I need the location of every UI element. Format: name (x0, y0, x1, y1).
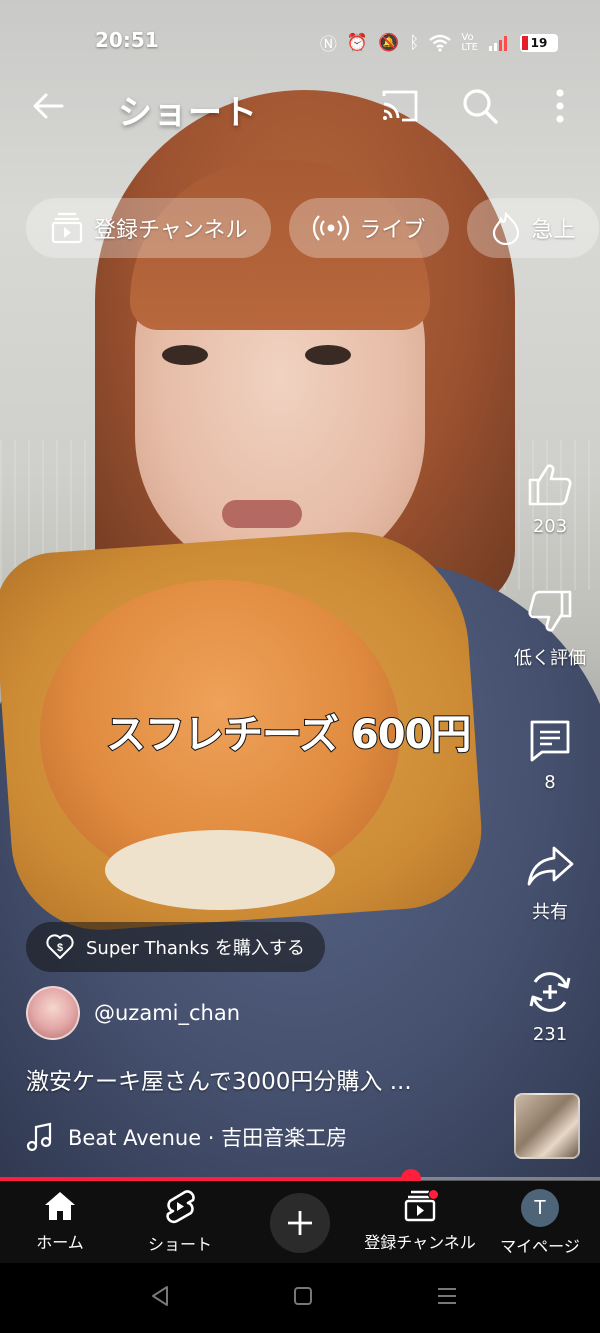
chip-trending[interactable]: 急上 (467, 198, 600, 258)
super-thanks-button[interactable]: $ Super Thanks を購入する (26, 922, 325, 972)
share-button[interactable]: 共有 (500, 842, 600, 924)
like-button[interactable]: 203 (500, 460, 600, 537)
super-thanks-label: Super Thanks を購入する (86, 938, 305, 959)
thumbs-up-icon (528, 464, 572, 506)
subscriptions-icon (51, 212, 83, 244)
remix-count: 231 (532, 1024, 568, 1045)
bluetooth-icon: ᛒ (409, 32, 420, 53)
chip-live-label: ライブ (359, 218, 426, 243)
signal-icon (489, 35, 507, 51)
live-icon (313, 215, 350, 241)
nav-subscriptions-label: 登録チャンネル (364, 1233, 476, 1252)
status-bar: 20:51 Ⓝ ⏰ 🔕 ᛒ Vo LTE 19 (0, 0, 600, 80)
thumbs-down-icon (528, 590, 572, 632)
video-person-mouth (222, 500, 302, 528)
nav-mypage[interactable]: T マイページ (480, 1189, 600, 1257)
share-label: 共有 (532, 902, 568, 923)
status-icons: Ⓝ ⏰ 🔕 ᛒ Vo LTE 19 (320, 30, 558, 55)
music-note-icon (26, 1122, 52, 1152)
plus-icon (288, 1211, 312, 1235)
video-description[interactable]: 激安ケーキ屋さんで3000円分購入 ... (26, 1062, 412, 1096)
alarm-icon: ⏰ (346, 32, 368, 53)
video-person-eye-right (305, 345, 351, 365)
battery-fill (522, 35, 529, 50)
system-home-icon[interactable] (293, 1285, 313, 1307)
svg-text:$: $ (57, 942, 63, 954)
subscriptions-notification-dot (428, 1189, 439, 1200)
remix-button[interactable]: 231 (500, 968, 600, 1045)
dislike-button[interactable]: 低く評価 (500, 588, 600, 670)
volte-icon: Vo LTE (461, 31, 478, 53)
trending-icon (493, 211, 520, 245)
home-icon (45, 1192, 75, 1220)
battery-level: 19 (530, 35, 548, 50)
video-person-eye-left (162, 345, 208, 365)
chip-subscriptions[interactable]: 登録チャンネル (26, 198, 272, 258)
nav-shorts[interactable]: ショート (120, 1189, 240, 1255)
channel-avatar[interactable] (26, 986, 80, 1040)
nav-shorts-label: ショート (147, 1235, 212, 1254)
music-label: Beat Avenue · 吉田音楽工房 (68, 1126, 348, 1150)
bottom-navigation: ホーム ショート 登録チャンネル T マイページ (0, 1181, 600, 1263)
like-count: 203 (532, 516, 568, 537)
shorts-icon (166, 1190, 195, 1224)
system-back-icon[interactable] (150, 1285, 170, 1307)
channel-handle[interactable]: @uzami_chan (94, 1001, 240, 1025)
profile-avatar: T (521, 1189, 559, 1227)
app-bar: ショート (0, 80, 600, 136)
more-options-icon[interactable] (542, 86, 578, 126)
mute-icon: 🔕 (378, 32, 400, 53)
comment-button[interactable]: 8 (500, 716, 600, 793)
page-title: ショート (118, 93, 258, 133)
remix-icon (529, 972, 571, 1012)
nfc-icon: Ⓝ (319, 35, 337, 55)
back-arrow-icon[interactable] (28, 86, 68, 126)
channel-row[interactable]: @uzami_chan (26, 986, 240, 1040)
chip-subscriptions-label: 登録チャンネル (94, 218, 248, 243)
comment-icon (530, 720, 570, 762)
status-time: 20:51 (95, 28, 159, 52)
system-navigation-bar (0, 1263, 600, 1333)
chip-trending-label: 急上 (531, 218, 576, 243)
search-icon[interactable] (460, 86, 500, 126)
system-menu-icon[interactable] (436, 1285, 458, 1307)
dislike-label: 低く評価 (514, 648, 586, 669)
nav-subscriptions[interactable]: 登録チャンネル (360, 1189, 480, 1253)
nav-home-label: ホーム (36, 1233, 84, 1252)
super-thanks-icon: $ (46, 934, 74, 959)
music-row[interactable]: Beat Avenue · 吉田音楽工房 (26, 1122, 347, 1152)
video-caption-overlay: スフレチーズ 600円 (105, 711, 472, 759)
chip-live[interactable]: ライブ (289, 198, 450, 258)
wifi-icon (429, 34, 452, 52)
filter-chips: 登録チャンネル ライブ 急上 (26, 198, 600, 260)
sound-source-thumbnail[interactable] (514, 1093, 580, 1159)
comment-count: 8 (544, 772, 556, 793)
nav-mypage-label: マイページ (500, 1237, 580, 1256)
share-icon (527, 846, 574, 886)
video-cake-base (105, 830, 335, 910)
battery-indicator: 19 (520, 33, 558, 52)
nav-home[interactable]: ホーム (0, 1189, 120, 1253)
cast-icon[interactable] (380, 88, 420, 124)
create-button[interactable] (270, 1193, 330, 1253)
